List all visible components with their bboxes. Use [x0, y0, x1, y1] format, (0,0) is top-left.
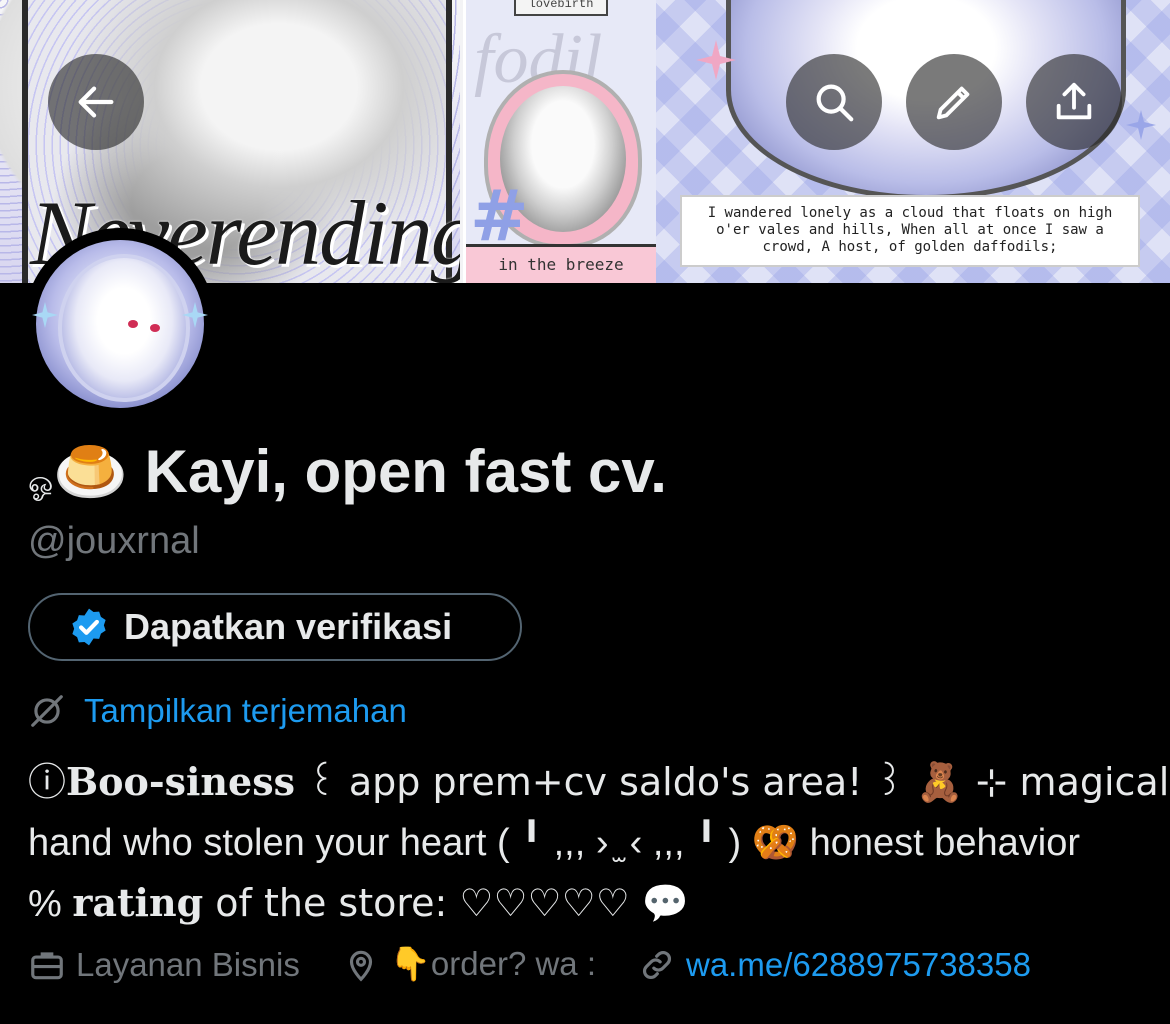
translate-globe-icon	[31, 695, 63, 727]
bio-bold-business: Boo-siness	[66, 759, 296, 804]
pencil-icon	[936, 86, 970, 120]
bio-line-3: % rating of the store: ♡♡♡♡♡ 💬	[28, 880, 690, 925]
get-verified-label: Dapatkan verifikasi	[124, 606, 453, 647]
briefcase-icon	[31, 951, 63, 979]
location-pin-icon	[349, 950, 372, 981]
meta-category: Layanan Bisnis	[28, 946, 300, 984]
sparkle-icon	[1126, 110, 1156, 140]
bio-line-1: ⓘBoo-siness ꒰ app prem+cv saldo's area! …	[28, 759, 1170, 804]
profile-bio: ⓘBoo-siness ꒰ app prem+cv saldo's area! …	[28, 752, 1170, 934]
pudding-emoji: 🍮	[53, 437, 128, 507]
profile-meta-row: Layanan Bisnis 👇order? wa : wa.me/628897…	[28, 945, 1073, 984]
name-prefix-symbol: ஓ	[28, 465, 54, 500]
search-button[interactable]	[786, 54, 882, 150]
share-button[interactable]	[1026, 54, 1122, 150]
banner-panel-2: lovebirth fodil # in the breeze	[463, 0, 659, 283]
share-icon	[1056, 82, 1092, 120]
meta-location: 👇order? wa :	[342, 945, 596, 984]
verified-badge-icon	[72, 608, 106, 646]
meta-category-label: Layanan Bisnis	[76, 945, 300, 983]
meta-website[interactable]: wa.me/6288975738358	[638, 946, 1031, 984]
bio-bold-rating: rating	[72, 880, 204, 925]
back-button[interactable]	[48, 54, 144, 150]
display-name-text: Kayi, open fast cv.	[144, 438, 667, 505]
display-name: ஓ🍮 Kayi, open fast cv.	[28, 436, 667, 507]
banner-caption: in the breeze	[466, 244, 656, 283]
avatar[interactable]	[24, 228, 216, 420]
show-translation-label: Tampilkan terjemahan	[84, 692, 407, 729]
bio-line-2: hand who stolen your heart ( ╹ ,,, › ̫ ‹…	[28, 822, 1080, 864]
search-icon	[816, 84, 854, 122]
link-icon	[643, 950, 671, 979]
banner-quote: I wandered lonely as a cloud that floats…	[680, 195, 1140, 267]
get-verified-button[interactable]: Dapatkan verifikasi	[28, 593, 522, 661]
arrow-left-icon	[78, 86, 114, 118]
user-handle: @jouxrnal	[28, 520, 200, 562]
profile-banner[interactable]: Neverending lovebirth fodil # in the bre…	[0, 0, 1170, 283]
show-translation-link[interactable]: Tampilkan terjemahan	[28, 692, 407, 730]
edit-button[interactable]	[906, 54, 1002, 150]
meta-location-label: 👇order? wa :	[389, 945, 596, 982]
banner-top-caption: lovebirth	[514, 0, 608, 16]
website-link[interactable]: wa.me/6288975738358	[686, 946, 1031, 984]
avatar-image	[36, 240, 204, 408]
